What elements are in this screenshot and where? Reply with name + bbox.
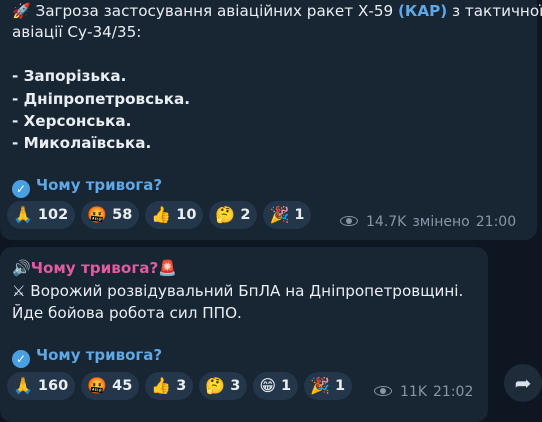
- share-arrow-icon: ➦: [514, 371, 532, 395]
- reaction-pray[interactable]: 🙏 102: [7, 201, 76, 229]
- reactions-row-2: 🙏 160 🤬 45 👍 3 🤔 3 😁 1 🎉 1: [7, 372, 353, 400]
- region-item: - Запорізька.: [12, 67, 127, 85]
- reaction-count: 45: [112, 378, 133, 394]
- why-alert-link-text: Чому тривога?: [36, 176, 163, 194]
- eye-icon: [374, 386, 394, 398]
- thinking-face-icon: 🤔: [205, 376, 226, 395]
- message2-header: 🔊Чому тривога?🚨: [12, 257, 177, 280]
- reaction-count: 1: [294, 207, 305, 223]
- reaction-angry[interactable]: 🤬 45: [81, 372, 140, 400]
- reaction-thumbs-up[interactable]: 👍 10: [145, 201, 204, 229]
- reaction-thumbs-up[interactable]: 👍 3: [145, 372, 194, 400]
- message2-text-1: Ворожий розвідувальний БпЛА на Дніпропет…: [30, 282, 464, 300]
- grinning-face-icon: 😁: [259, 376, 277, 395]
- region-item: - Дніпропетровська.: [12, 90, 191, 108]
- message1-line2: авіації Су-34/35:: [12, 23, 142, 41]
- reaction-count: 102: [37, 207, 69, 223]
- message1-text-b: з тактичної: [447, 2, 542, 20]
- message2-meta: 11K 21:02: [374, 384, 473, 400]
- why-alert-link-2[interactable]: ✓ Чому тривога?: [12, 344, 162, 368]
- rocket-icon: 🚀: [12, 2, 31, 20]
- party-popper-icon: 🎉: [310, 376, 331, 395]
- message1-meta: 14.7K змінено 21:00: [340, 214, 516, 230]
- reaction-count: 2: [240, 207, 251, 223]
- crossed-swords-icon: ⚔: [12, 282, 26, 300]
- share-button[interactable]: ➦: [504, 364, 542, 402]
- party-popper-icon: 🎉: [269, 205, 290, 224]
- reaction-count: 10: [176, 207, 197, 223]
- reaction-count: 58: [112, 207, 133, 223]
- pray-icon: 🙏: [13, 376, 33, 395]
- message-time: 21:02: [433, 384, 474, 400]
- reaction-count: 160: [37, 378, 69, 394]
- message2-header-text: Чому тривога?: [30, 259, 159, 277]
- angry-face-icon: 🤬: [87, 376, 108, 395]
- pray-icon: 🙏: [13, 205, 33, 224]
- reaction-party[interactable]: 🎉 1: [263, 201, 312, 229]
- edited-label: змінено: [412, 214, 470, 230]
- thinking-face-icon: 🤔: [215, 205, 236, 224]
- reaction-count: 1: [281, 378, 292, 394]
- views-count: 11K: [400, 384, 427, 400]
- region-item: - Миколаївська.: [12, 134, 152, 152]
- reaction-count: 3: [176, 378, 187, 394]
- reaction-pray[interactable]: 🙏 160: [7, 372, 76, 400]
- thumbs-up-icon: 👍: [151, 205, 172, 224]
- thumbs-up-icon: 👍: [151, 376, 172, 395]
- reaction-party[interactable]: 🎉 1: [304, 372, 353, 400]
- region-item: - Херсонська.: [12, 112, 132, 130]
- verified-badge-icon: ✓: [12, 180, 30, 198]
- reaction-count: 1: [335, 378, 346, 394]
- speaker-icon: 🔊: [12, 259, 31, 277]
- message1-line1: 🚀 Загроза застосування авіаційних ракет …: [12, 0, 542, 23]
- angry-face-icon: 🤬: [87, 205, 108, 224]
- views-count: 14.7K: [366, 214, 407, 230]
- siren-icon: 🚨: [158, 259, 178, 277]
- message1-text-a: Загроза застосування авіаційних ракет Х-…: [35, 2, 398, 20]
- reaction-angry[interactable]: 🤬 58: [81, 201, 140, 229]
- eye-icon: [340, 216, 360, 228]
- message1-accent: (КАР): [397, 2, 448, 20]
- reactions-row-1: 🙏 102 🤬 58 👍 10 🤔 2 🎉 1: [7, 201, 312, 229]
- reaction-thinking[interactable]: 🤔 3: [199, 372, 248, 400]
- message2-line2: Йде бойова робота сил ППО.: [12, 304, 242, 322]
- message-time: 21:00: [475, 214, 517, 230]
- reaction-thinking[interactable]: 🤔 2: [209, 201, 258, 229]
- message2-line1: ⚔ Ворожий розвідувальний БпЛА на Дніпроп…: [12, 280, 463, 303]
- verified-badge-icon: ✓: [12, 350, 30, 368]
- why-alert-link-text: Чому тривога?: [36, 346, 163, 364]
- reaction-count: 3: [230, 378, 241, 394]
- reaction-grin[interactable]: 😁 1: [253, 372, 299, 400]
- why-alert-link-1[interactable]: ✓ Чому тривога?: [12, 174, 162, 198]
